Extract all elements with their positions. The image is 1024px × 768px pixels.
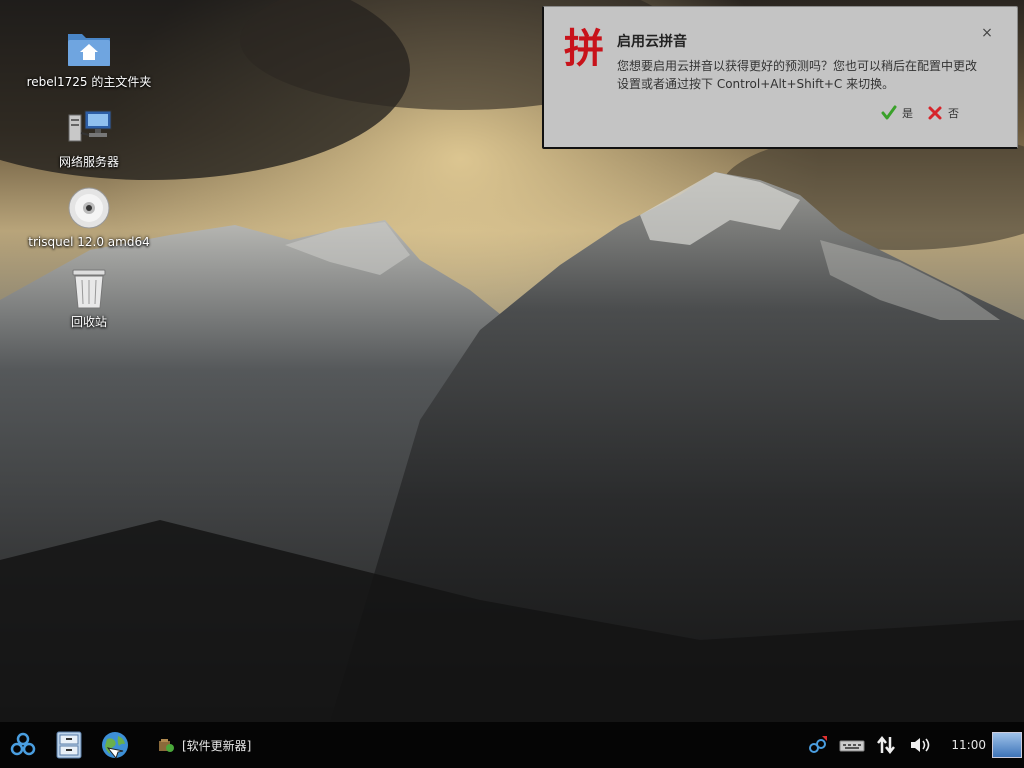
notification-body: 您想要启用云拼音以获得更好的预测吗？您也可以稍后在配置中更改设置或者通过按下 C… [617, 59, 978, 91]
globe-icon [102, 732, 128, 760]
yes-button[interactable]: 是 [881, 105, 913, 121]
trash-icon [65, 264, 113, 312]
desktop-icon-label: rebel1725 的主文件夹 [26, 75, 152, 89]
show-desktop-button[interactable] [992, 732, 1022, 758]
file-cabinet-icon [56, 731, 82, 759]
taskbar: [软件更新器] 11:00 [0, 722, 1024, 768]
network-tray[interactable] [869, 722, 903, 768]
pinyin-app-icon: 拼 [564, 25, 604, 72]
software-updater-icon [159, 739, 174, 752]
notification-popup: 拼 启用云拼音 您想要启用云拼音以获得更好的预测吗？您也可以稍后在配置中更改设置… [542, 6, 1018, 149]
no-button[interactable]: 否 [927, 105, 959, 121]
update-notifier-tray[interactable] [801, 722, 835, 768]
network-transfer-icon [877, 735, 896, 755]
no-label: 否 [948, 107, 959, 120]
home-folder-icon [65, 24, 113, 72]
application-menu-button[interactable] [0, 722, 46, 768]
desktop-icon-optical-disc[interactable]: trisquel 12.0 amd64 [28, 184, 150, 264]
keyboard-icon [839, 740, 865, 752]
desktop-icon-label: 回收站 [70, 315, 107, 329]
notification-actions: 是 否 [881, 105, 959, 121]
desktop-icon-network-servers[interactable]: 网络服务器 [28, 104, 150, 184]
optical-disc-icon [65, 184, 113, 232]
speaker-icon [911, 738, 930, 752]
desktop-icon-trash[interactable]: 回收站 [28, 264, 150, 344]
keyboard-input-method-tray[interactable] [835, 722, 869, 768]
clock[interactable]: 11:00 [951, 738, 986, 752]
web-browser-launcher[interactable] [92, 722, 138, 768]
cross-icon [928, 106, 942, 120]
update-alert-icon [809, 736, 828, 753]
volume-tray[interactable] [903, 722, 937, 768]
desktop-icon-area: rebel1725 的主文件夹 网络服务器 trisquel 12.0 amd6… [26, 24, 152, 344]
taskbar-window-software-updater[interactable]: [软件更新器] [152, 722, 257, 768]
notification-title: 启用云拼音 [617, 34, 687, 50]
file-manager-launcher[interactable] [46, 722, 92, 768]
close-button[interactable]: × [979, 25, 995, 41]
checkmark-icon [881, 105, 897, 120]
task-label: [软件更新器] [182, 738, 252, 753]
desktop-icon-label: 网络服务器 [58, 155, 119, 169]
desktop-icon-home-folder[interactable]: rebel1725 的主文件夹 [26, 24, 152, 104]
yes-label: 是 [902, 107, 913, 120]
system-tray: 11:00 [801, 722, 1024, 768]
desktop-icon-label: trisquel 12.0 amd64 [28, 235, 150, 249]
trisquel-logo-icon [10, 732, 36, 756]
network-servers-icon [65, 104, 113, 152]
